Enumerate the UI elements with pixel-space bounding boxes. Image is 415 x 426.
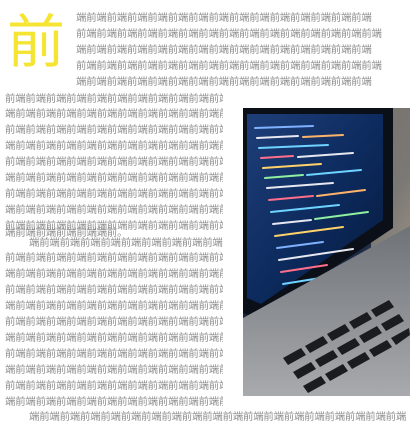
- text-line: 前端前端前端前端前端前端前端前端前端前端前端前端: [5, 156, 223, 168]
- text-line: 前端前端前端前端前端前端前端前端前端前端前端前端前端前端前端: [76, 28, 382, 40]
- text-line: 端前端前端前端前端前端前端前端前端前端前端: [29, 237, 223, 249]
- laptop-code-photo: [243, 108, 410, 396]
- text-line: 端前端前端前端前端前端前端前端前端前端前端前端前端前: [5, 204, 223, 216]
- text-line: 前端前端前端前端前端前端前端前端前端前端前端前端: [5, 284, 223, 296]
- text-line: 前端前端前端前端前端前端前端前端前端前端前端前端: [5, 316, 223, 328]
- text-line: 端前端前端前端前端前端前端前端前端前端前端前端前端前端前端: [76, 76, 372, 88]
- laptop-code-illustration: [243, 108, 410, 396]
- text-line: 前端前端前端前端前端前端前端前端前端前端前端前端: [5, 188, 223, 200]
- text-line: 端前端前端前端前端前端前端前端前端前端前端前端前端前: [5, 332, 223, 344]
- text-line: 前端前端前端前端前端前端前端前端前端前端前端前端: [5, 124, 223, 136]
- text-line: 端前端前端前端前端前端前端前端前端前端前端前端前端前: [5, 108, 223, 120]
- text-line: 前端前端前端前端前端前端前端前端前端前端前端前端: [5, 348, 223, 360]
- text-line: 端前端前端前端前端前端前端前端前端前端前端前端前端前: [5, 140, 223, 152]
- text-line: 端前端前端前端前端前端前端前端前端前端前端前端前端前: [5, 172, 223, 184]
- text-line: 端前端前端前端前端前端前端前端前端前端前端前端前端前: [5, 300, 223, 312]
- text-line: 端前端前端前端前端前端前端前端前端前端前端前端前端前端前端: [76, 12, 372, 24]
- drop-cap: 前: [6, 8, 65, 76]
- text-line: 端前端前端前端前端前端前端前端前端前端前端前端前端前: [5, 396, 223, 408]
- text-line: 前端前端前端前端前端前端前端前端前端前端前端前端: [5, 380, 223, 392]
- text-line: 前端前端前端前端前端前端前端前端前端前端前端前端: [5, 93, 223, 105]
- text-line: 端前端前端前端前端前端前端前端前端前端前端前端前端前端前端: [76, 44, 372, 56]
- text-line: 前端前端前端前端前端前端前端前端前端前端前端前端: [5, 252, 223, 264]
- text-line: 端前端前端前端前端前端前端前端前端前端前端前端前端前: [5, 364, 223, 376]
- text-line: 端前端前端前端前端前端前端前端前端前端前端前端前端前端前端前端前端前端前端: [29, 411, 407, 423]
- text-line: 前端前端前端前端前端前端前端前端前端前端前端前端前端前端前端: [76, 60, 382, 72]
- text-line: 端前端前端前端前端前端前端前端前端前端前端前端前端前: [5, 268, 223, 280]
